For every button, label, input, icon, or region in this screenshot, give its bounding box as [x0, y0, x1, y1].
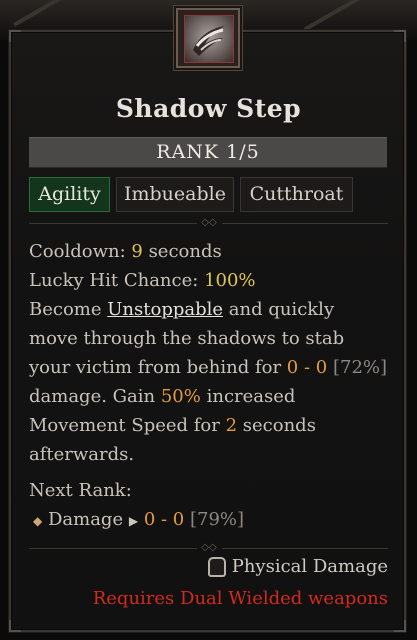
corner-ornament: [394, 620, 406, 632]
corner-ornament: [9, 30, 21, 42]
description-line-5: Movement Speed for 2 seconds: [29, 415, 316, 436]
next-rank-label: Next Rank:: [29, 480, 132, 501]
weapon-requirement: Requires Dual Wielded weapons: [92, 588, 388, 609]
skill-icon-frame: [176, 8, 240, 68]
damage-type-label: Physical Damage: [231, 556, 388, 577]
next-rank-item: ◆ Damage ▶ 0 - 0 [79%]: [33, 509, 244, 530]
next-rank-item-value: 0 - 0: [143, 509, 185, 530]
section-divider: [29, 223, 197, 224]
section-divider: [222, 548, 388, 549]
next-rank-item-label: Damage: [47, 509, 124, 530]
shadow-step-skill-icon: [184, 15, 234, 63]
damage-type: Physical Damage: [207, 556, 388, 577]
rank-indicator: RANK 1/5: [29, 137, 387, 168]
skill-title: Shadow Step: [115, 94, 302, 123]
description-text: your victim from behind for: [29, 357, 287, 378]
description-text: seconds: [237, 415, 316, 436]
cooldown-line: Cooldown: 9 seconds: [29, 241, 222, 262]
cooldown-value: 9: [131, 241, 143, 262]
description-text: damage. Gain: [29, 386, 161, 407]
speed-bonus-value: 50%: [160, 386, 201, 407]
duration-value: 2: [225, 415, 238, 436]
fist-icon: [207, 556, 226, 577]
tag-cutthroat: Cutthroat: [240, 177, 353, 212]
description-text: Become: [29, 299, 108, 320]
tag-agility: Agility: [29, 177, 110, 212]
corner-ornament: [9, 620, 21, 632]
description-line-1: Become Unstoppable and quickly: [29, 299, 334, 320]
damage-percent: [72%]: [332, 357, 388, 378]
description-line-3: your victim from behind for 0 - 0 [72%]: [29, 357, 387, 378]
corner-ornament: [394, 30, 406, 42]
unstoppable-keyword-link[interactable]: Unstoppable: [107, 299, 223, 320]
damage-value: 0 - 0: [286, 357, 328, 378]
next-rank-item-percent: [79%]: [189, 509, 245, 530]
section-divider: [222, 223, 388, 224]
description-line-6: afterwards.: [29, 444, 135, 465]
description-line-4: damage. Gain 50% increased: [29, 386, 295, 407]
cooldown-unit: seconds: [148, 241, 222, 262]
lucky-hit-line: Lucky Hit Chance: 100%: [29, 270, 256, 291]
arrow-right-icon: ▶: [128, 514, 139, 528]
description-text: increased: [200, 386, 296, 407]
lucky-hit-label: Lucky Hit Chance:: [29, 270, 199, 291]
section-divider: [29, 548, 197, 549]
bullet-icon: ◆: [33, 514, 43, 528]
description-text: and quickly: [223, 299, 335, 320]
cooldown-label: Cooldown:: [29, 241, 126, 262]
divider-ornament-icon: ◇◇: [201, 542, 217, 553]
lucky-hit-value: 100%: [204, 270, 256, 291]
description-line-2: move through the shadows to stab: [29, 328, 345, 349]
description-text: Movement Speed for: [29, 415, 226, 436]
tag-imbueable: Imbueable: [116, 177, 234, 212]
divider-ornament-icon: ◇◇: [201, 217, 217, 228]
